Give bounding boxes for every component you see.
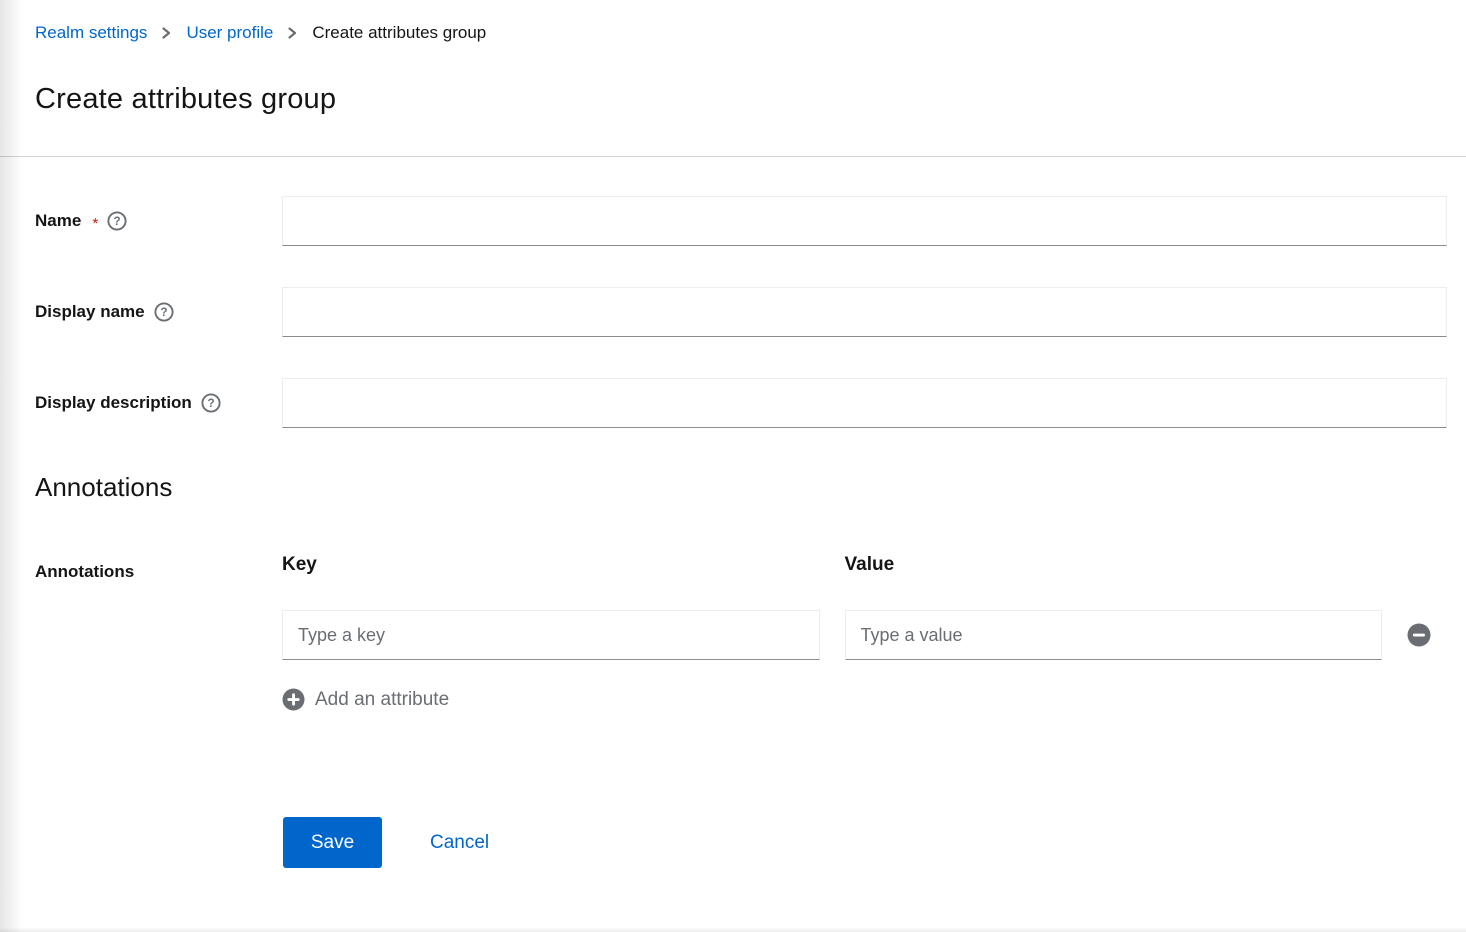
form-row-display-name: Display name ? (35, 287, 1447, 337)
key-column-header: Key (282, 552, 820, 577)
annotations-editor: Key Value Add an attribute (282, 552, 1447, 716)
page-header: Realm settings User profile Create attri… (0, 0, 1466, 157)
name-input[interactable] (282, 196, 1447, 246)
annotation-value-input[interactable] (845, 610, 1383, 660)
form-row-display-description: Display description ? (35, 378, 1447, 428)
name-label: Name (35, 211, 81, 231)
save-button[interactable]: Save (283, 817, 382, 868)
annotation-key-input[interactable] (282, 610, 820, 660)
page-title: Create attributes group (35, 81, 1442, 118)
svg-text:?: ? (114, 216, 121, 228)
plus-circle-icon (282, 688, 305, 711)
value-column-header: Value (845, 552, 1383, 577)
form-action-bar: Save Cancel (283, 817, 1447, 868)
display-name-input[interactable] (282, 287, 1447, 337)
name-label-cell: Name * ? (35, 211, 282, 231)
add-attribute-button[interactable]: Add an attribute (282, 688, 449, 711)
cancel-link[interactable]: Cancel (430, 832, 489, 854)
breadcrumb-current: Create attributes group (312, 21, 486, 45)
angle-right-icon (161, 26, 172, 40)
form-row-name: Name * ? (35, 196, 1447, 246)
breadcrumb-link-realm-settings[interactable]: Realm settings (35, 21, 147, 45)
breadcrumb: Realm settings User profile Create attri… (35, 21, 1442, 45)
angle-right-icon (287, 26, 298, 40)
question-circle-icon[interactable]: ? (154, 302, 174, 322)
required-indicator: * (92, 215, 98, 232)
bottom-edge-shadow (0, 927, 1466, 932)
minus-circle-icon[interactable] (1407, 623, 1431, 647)
display-name-label-cell: Display name ? (35, 302, 282, 322)
breadcrumb-link-user-profile[interactable]: User profile (186, 21, 273, 45)
question-circle-icon[interactable]: ? (107, 211, 127, 231)
display-description-input[interactable] (282, 378, 1447, 428)
remove-attribute-cell (1407, 610, 1447, 660)
question-circle-icon[interactable]: ? (201, 393, 221, 413)
svg-text:?: ? (207, 398, 214, 410)
annotations-section-title: Annotations (35, 470, 1447, 504)
annotations-label: Annotations (35, 552, 282, 582)
annotations-group: Annotations Key Value Add an attribute (35, 552, 1447, 716)
svg-text:?: ? (160, 307, 167, 319)
key-value-grid: Key Value (282, 552, 1447, 660)
display-name-label: Display name (35, 302, 145, 322)
add-attribute-label: Add an attribute (315, 689, 449, 711)
create-attributes-group-form: Name * ? Display name ? Display descript… (0, 157, 1466, 868)
display-description-label: Display description (35, 393, 192, 413)
display-description-label-cell: Display description ? (35, 393, 282, 413)
